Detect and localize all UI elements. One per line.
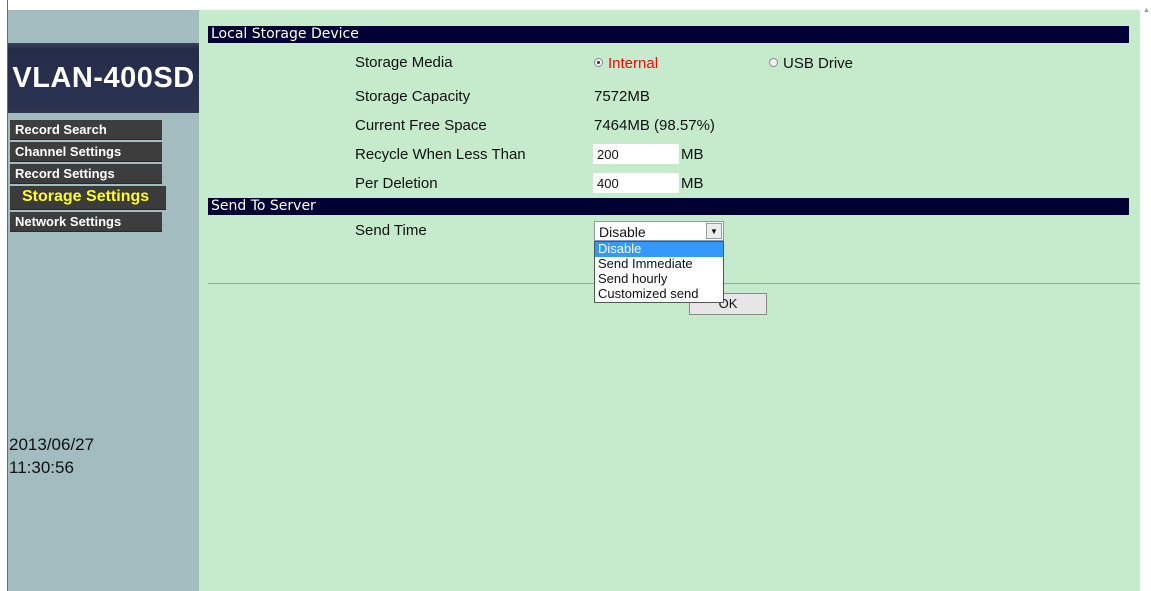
send-time-label: Send Time bbox=[355, 222, 427, 239]
send-time-dropdown: Disable Send Immediate Send hourly Custo… bbox=[594, 241, 724, 303]
option-disable[interactable]: Disable bbox=[595, 242, 723, 257]
nav-item-channel-settings[interactable]: Channel Settings bbox=[10, 142, 162, 162]
send-time-select[interactable]: Disable ▼ bbox=[594, 221, 724, 241]
sidebar: VLAN-400SD Record Search Channel Setting… bbox=[8, 10, 199, 591]
nav-item-record-search[interactable]: Record Search bbox=[10, 120, 162, 140]
radio-internal-dot[interactable] bbox=[594, 58, 603, 67]
send-time-value: Disable bbox=[599, 224, 646, 240]
scroll-up-icon[interactable]: ▲ bbox=[1143, 7, 1150, 14]
option-customized-send[interactable]: Customized send bbox=[595, 287, 723, 302]
recycle-label: Recycle When Less Than bbox=[355, 146, 526, 163]
send-to-server-header: Send To Server bbox=[208, 198, 1129, 215]
nav-item-record-settings[interactable]: Record Settings bbox=[10, 164, 162, 184]
radio-internal[interactable]: Internal bbox=[594, 55, 658, 72]
scrollbar[interactable] bbox=[1140, 0, 1151, 591]
radio-internal-label: Internal bbox=[608, 55, 659, 72]
datetime: 2013/06/27 11:30:56 bbox=[9, 433, 94, 479]
storage-capacity-label: Storage Capacity bbox=[355, 88, 471, 105]
storage-capacity-value: 7572MB bbox=[594, 88, 650, 105]
free-space-value: 7464MB (98.57%) bbox=[594, 117, 715, 134]
free-space-label: Current Free Space bbox=[355, 117, 487, 134]
storage-media-label: Storage Media bbox=[355, 54, 453, 71]
per-deletion-unit: MB bbox=[681, 175, 704, 192]
chevron-down-icon[interactable]: ▼ bbox=[706, 223, 722, 239]
recycle-unit: MB bbox=[681, 146, 704, 163]
radio-usb-drive[interactable]: USB Drive bbox=[769, 55, 853, 72]
radio-usb-dot[interactable] bbox=[769, 58, 778, 67]
main-panel: Local Storage Device Storage Media Inter… bbox=[199, 10, 1140, 591]
time-text: 11:30:56 bbox=[9, 458, 74, 477]
radio-usb-label: USB Drive bbox=[783, 55, 854, 72]
nav-item-storage-settings[interactable]: Storage Settings bbox=[10, 186, 166, 210]
per-deletion-input[interactable]: 400 bbox=[593, 173, 679, 193]
date-text: 2013/06/27 bbox=[9, 435, 95, 454]
sidebar-nav: Record Search Channel Settings Record Se… bbox=[10, 120, 166, 234]
recycle-input[interactable]: 200 bbox=[593, 144, 679, 164]
option-send-hourly[interactable]: Send hourly bbox=[595, 272, 723, 287]
local-storage-header: Local Storage Device bbox=[208, 26, 1129, 43]
option-send-immediate[interactable]: Send Immediate bbox=[595, 257, 723, 272]
nav-item-network-settings[interactable]: Network Settings bbox=[10, 212, 162, 232]
logo: VLAN-400SD bbox=[12, 62, 195, 94]
per-deletion-label: Per Deletion bbox=[355, 175, 438, 192]
